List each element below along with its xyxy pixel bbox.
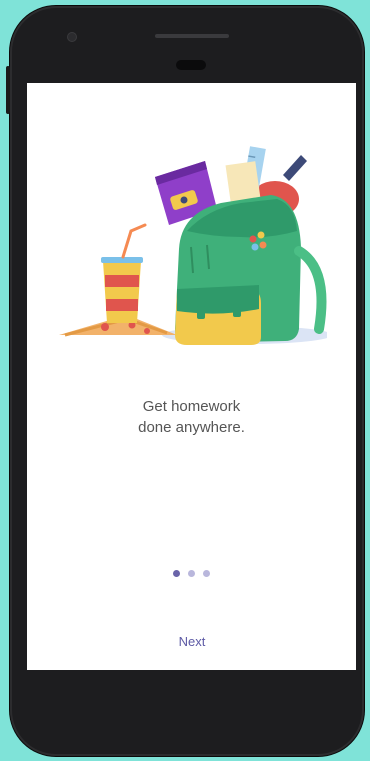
page-dot-3[interactable] [203,570,210,577]
app-screen: Get homework done anywhere. Next [27,83,356,670]
front-camera-icon [68,33,76,41]
backpack-illustration [59,146,327,345]
earpiece-icon [155,34,229,38]
phone-frame: Get homework done anywhere. Next [6,6,364,756]
onboarding-headline: Get homework done anywhere. [27,396,356,438]
page-dot-1[interactable] [173,570,180,577]
page-indicator [27,570,356,577]
page-dot-2[interactable] [188,570,195,577]
headline-line-2: done anywhere. [138,419,245,436]
proximity-sensor-icon [176,60,206,70]
headline-line-1: Get homework [142,398,241,415]
next-button[interactable]: Next [151,630,233,652]
